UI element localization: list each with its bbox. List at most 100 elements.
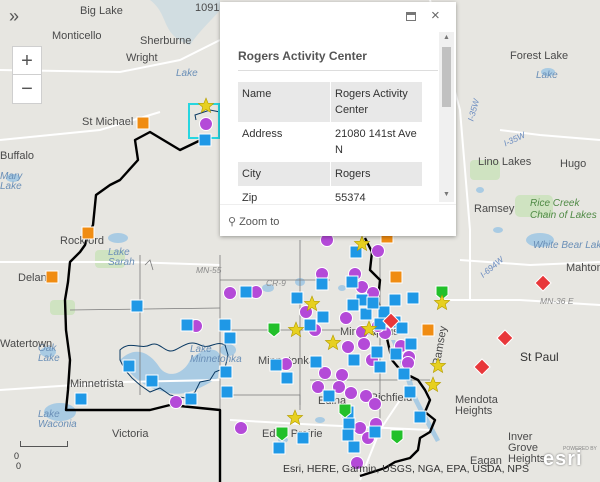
facility-circle-marker[interactable] bbox=[341, 340, 355, 354]
facility-square-marker[interactable] bbox=[45, 270, 59, 284]
scale-bar bbox=[20, 441, 68, 447]
title-divider bbox=[238, 70, 438, 71]
facility-circle-marker[interactable] bbox=[199, 117, 213, 131]
close-icon[interactable]: × bbox=[431, 7, 440, 24]
scroll-up-arrow-icon[interactable]: ▲ bbox=[443, 34, 450, 41]
zoom-out-button[interactable]: − bbox=[12, 74, 42, 104]
facility-square-marker[interactable] bbox=[403, 385, 417, 399]
facility-square-marker[interactable] bbox=[136, 116, 150, 130]
popup-content[interactable]: Rogers Activity Center Name Rogers Activi… bbox=[220, 32, 456, 204]
facility-circle-marker[interactable] bbox=[357, 337, 371, 351]
facility-star-marker[interactable] bbox=[287, 321, 305, 338]
facility-square-marker[interactable] bbox=[130, 299, 144, 313]
facility-square-marker[interactable] bbox=[366, 296, 380, 310]
scrollbar-thumb[interactable] bbox=[442, 47, 451, 107]
facility-circle-marker[interactable] bbox=[223, 286, 237, 300]
facility-star-marker[interactable] bbox=[429, 357, 447, 374]
facility-green-marker[interactable] bbox=[275, 426, 289, 442]
map-attribution: Esri, HERE, Garmin, USGS, NGA, EPA, USDA… bbox=[283, 463, 530, 475]
facility-square-marker[interactable] bbox=[219, 365, 233, 379]
facility-square-marker[interactable] bbox=[397, 367, 411, 381]
facility-square-marker[interactable] bbox=[198, 133, 212, 147]
facility-circle-marker[interactable] bbox=[234, 421, 248, 435]
facility-square-marker[interactable] bbox=[122, 359, 136, 373]
facility-square-marker[interactable] bbox=[345, 275, 359, 289]
facility-circle-marker[interactable] bbox=[371, 244, 385, 258]
field-value: 55374 bbox=[335, 192, 366, 204]
facility-green-marker[interactable] bbox=[267, 322, 281, 338]
zoom-to-label: Zoom to bbox=[239, 216, 280, 228]
facility-square-marker[interactable] bbox=[81, 226, 95, 240]
facility-star-marker[interactable] bbox=[286, 409, 304, 426]
facility-square-marker[interactable] bbox=[389, 347, 403, 361]
field-value: 21080 141st Ave N bbox=[335, 128, 417, 156]
scroll-down-arrow-icon[interactable]: ▼ bbox=[443, 191, 450, 198]
plus-icon: + bbox=[21, 49, 33, 72]
facility-square-marker[interactable] bbox=[303, 318, 317, 332]
facility-square-marker[interactable] bbox=[145, 374, 159, 388]
facility-square-marker[interactable] bbox=[223, 331, 237, 345]
facility-square-marker[interactable] bbox=[269, 358, 283, 372]
facility-circle-marker[interactable] bbox=[335, 368, 349, 382]
facility-square-marker[interactable] bbox=[309, 355, 323, 369]
facility-green-marker[interactable] bbox=[390, 429, 404, 445]
popup-actions: ⚲ Zoom to bbox=[220, 204, 456, 237]
facility-square-marker[interactable] bbox=[322, 389, 336, 403]
facility-square-marker[interactable] bbox=[315, 277, 329, 291]
attribute-table: Name Rogers Activity Center Address 21080 … bbox=[238, 82, 422, 204]
facility-square-marker[interactable] bbox=[342, 417, 356, 431]
facility-circle-marker[interactable] bbox=[368, 397, 382, 411]
facility-square-marker[interactable] bbox=[239, 285, 253, 299]
facility-star-marker[interactable] bbox=[433, 294, 451, 311]
expand-panel-button[interactable]: » bbox=[4, 6, 24, 26]
field-name: Name bbox=[238, 82, 331, 122]
facility-square-marker[interactable] bbox=[296, 431, 310, 445]
facility-square-marker[interactable] bbox=[359, 307, 373, 321]
facility-square-marker[interactable] bbox=[373, 360, 387, 374]
facility-square-marker[interactable] bbox=[368, 425, 382, 439]
facility-square-marker[interactable] bbox=[370, 345, 384, 359]
field-name: City bbox=[238, 162, 331, 186]
facility-star-marker[interactable] bbox=[424, 376, 442, 393]
facility-square-marker[interactable] bbox=[388, 293, 402, 307]
facility-square-marker[interactable] bbox=[280, 371, 294, 385]
field-value: Rogers Activity Center bbox=[335, 88, 408, 116]
facility-square-marker[interactable] bbox=[74, 392, 88, 406]
facility-diamond-marker[interactable] bbox=[473, 358, 491, 376]
table-row: Name Rogers Activity Center bbox=[238, 82, 422, 122]
field-value: Rogers bbox=[335, 168, 371, 180]
facility-circle-marker[interactable] bbox=[169, 395, 183, 409]
facility-square-marker[interactable] bbox=[404, 337, 418, 351]
facility-star-marker[interactable] bbox=[197, 97, 215, 114]
facility-circle-marker[interactable] bbox=[344, 386, 358, 400]
facility-circle-marker[interactable] bbox=[339, 311, 353, 325]
facility-square-marker[interactable] bbox=[346, 298, 360, 312]
facility-square-marker[interactable] bbox=[389, 270, 403, 284]
zoom-to-link[interactable]: ⚲ Zoom to bbox=[228, 215, 279, 228]
field-name: Zip bbox=[238, 186, 331, 204]
facility-diamond-marker[interactable] bbox=[496, 329, 514, 347]
magnifier-icon: ⚲ bbox=[228, 216, 237, 228]
facility-square-marker[interactable] bbox=[341, 428, 355, 442]
scale-label: 0 bbox=[16, 461, 22, 471]
zoom-in-button[interactable]: + bbox=[12, 46, 42, 75]
facility-square-marker[interactable] bbox=[347, 440, 361, 454]
facility-square-marker[interactable] bbox=[413, 410, 427, 424]
facility-square-marker[interactable] bbox=[180, 318, 194, 332]
facility-square-marker[interactable] bbox=[184, 392, 198, 406]
facility-square-marker[interactable] bbox=[272, 441, 286, 455]
facility-square-marker[interactable] bbox=[406, 291, 420, 305]
facility-square-marker[interactable] bbox=[421, 323, 435, 337]
feature-popup: × Rogers Activity Center Name Rogers Acti… bbox=[220, 2, 456, 236]
facility-square-marker[interactable] bbox=[218, 318, 232, 332]
facility-square-marker[interactable] bbox=[220, 385, 234, 399]
dock-icon[interactable] bbox=[406, 12, 416, 21]
facility-square-marker[interactable] bbox=[290, 291, 304, 305]
facility-square-marker[interactable] bbox=[395, 321, 409, 335]
table-row: City Rogers bbox=[238, 162, 422, 186]
facility-square-marker[interactable] bbox=[316, 310, 330, 324]
field-name: Address bbox=[238, 122, 331, 162]
facility-square-marker[interactable] bbox=[347, 353, 361, 367]
facility-diamond-marker[interactable] bbox=[534, 274, 552, 292]
facility-star-marker[interactable] bbox=[324, 334, 342, 351]
